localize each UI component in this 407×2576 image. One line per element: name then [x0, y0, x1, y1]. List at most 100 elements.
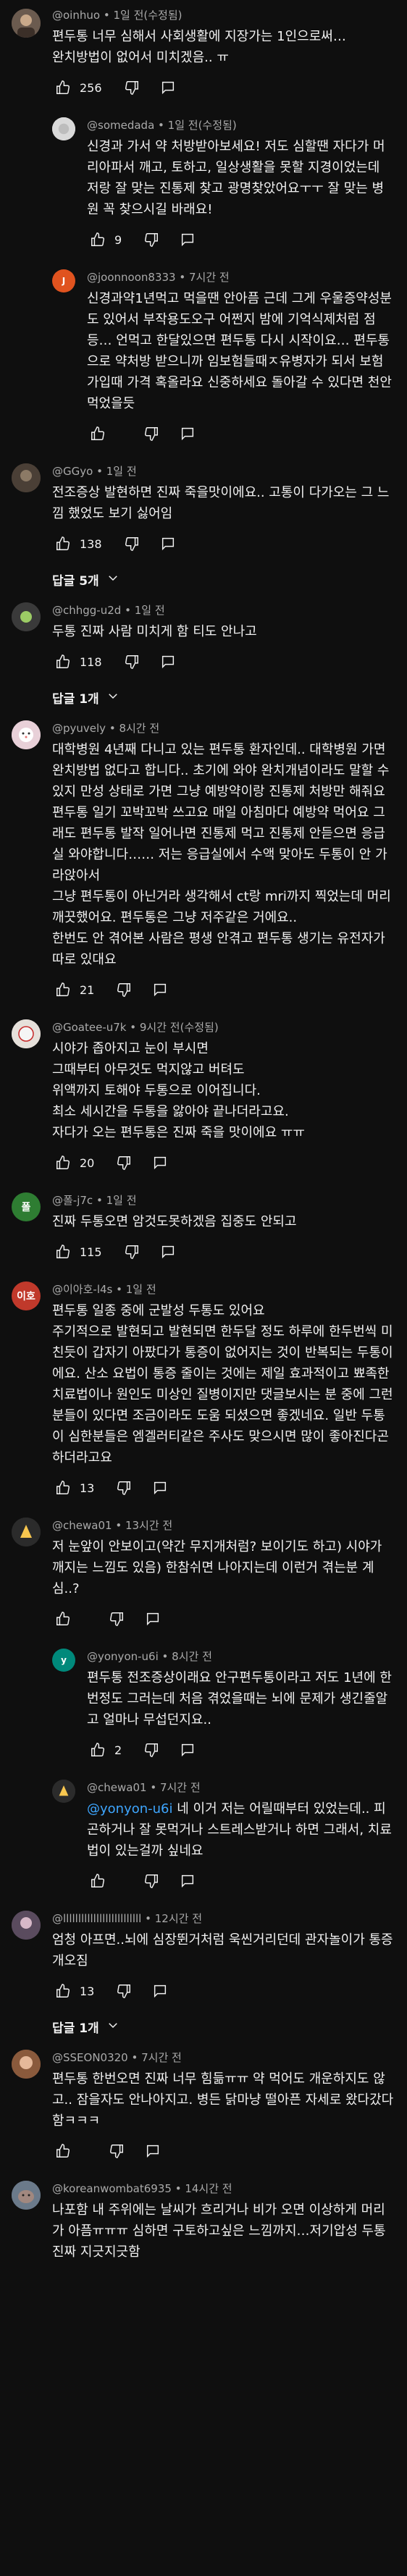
- avatar-image-icon: [12, 1518, 41, 1546]
- thumbs-up-icon[interactable]: [52, 533, 74, 555]
- comment-author[interactable]: @oinhuo: [52, 9, 100, 22]
- comment-actions: 13: [52, 1477, 395, 1499]
- comment-author[interactable]: @chhgg-u2d: [52, 604, 121, 617]
- show-replies-button[interactable]: 답글 5개: [0, 565, 407, 594]
- comment-icon[interactable]: [157, 77, 179, 98]
- comment-author[interactable]: @폴-j7c: [52, 1194, 93, 1207]
- comment-actions: [52, 1608, 395, 1630]
- comment-author[interactable]: @llllllllllllllllllllllllll: [52, 1912, 141, 1925]
- comment-author[interactable]: @Goatee-u7k: [52, 1021, 126, 1034]
- avatar[interactable]: [12, 720, 41, 749]
- thumbs-up-icon[interactable]: [52, 2140, 74, 2162]
- comment-author[interactable]: @yonyon-u6i: [87, 1650, 159, 1663]
- comment-meta: @oinhuo • 1일 전(수정됨): [52, 9, 182, 22]
- thumbs-down-icon[interactable]: [113, 1980, 135, 2002]
- comment-actions: 2: [87, 1739, 395, 1761]
- avatar[interactable]: y: [52, 1649, 75, 1672]
- comment-author[interactable]: @chewa01: [87, 1781, 147, 1794]
- comment-icon[interactable]: [177, 423, 198, 445]
- comment-icon[interactable]: [149, 979, 171, 1001]
- thumbs-up-icon[interactable]: [52, 1152, 74, 1174]
- avatar-image-icon: [12, 2050, 41, 2079]
- thumbs-up-icon[interactable]: [52, 1980, 74, 2002]
- comment-icon[interactable]: [177, 1870, 198, 1892]
- comment-reply: y @yonyon-u6i • 8시간 전 편두통 전조증상이래요 안구편두통이…: [0, 1640, 407, 1771]
- comment-icon[interactable]: [177, 229, 198, 251]
- comment-author[interactable]: @chewa01: [52, 1519, 112, 1532]
- mention-link[interactable]: @yonyon-u6i: [87, 1801, 173, 1817]
- avatar[interactable]: [12, 9, 41, 38]
- comment-author[interactable]: @somedada: [87, 119, 154, 132]
- avatar[interactable]: [12, 2050, 41, 2079]
- thumbs-down-icon[interactable]: [140, 229, 162, 251]
- comment-author[interactable]: @SSEON0320: [52, 2051, 128, 2064]
- comment-author[interactable]: @koreanwombat6935: [52, 2182, 172, 2195]
- thumbs-up-icon[interactable]: [87, 1739, 109, 1761]
- comment-author[interactable]: @GGyo: [52, 465, 93, 478]
- comment-meta: @chhgg-u2d • 1일 전: [52, 604, 165, 617]
- thumbs-up-icon[interactable]: [52, 651, 74, 673]
- thumbs-up-icon[interactable]: [87, 423, 109, 445]
- thumbs-up-icon[interactable]: [52, 1477, 74, 1499]
- comment-actions: [52, 2140, 395, 2162]
- comment-icon[interactable]: [142, 1608, 164, 1630]
- avatar[interactable]: 폴: [12, 1192, 41, 1221]
- avatar-letter: J: [62, 276, 66, 286]
- avatar[interactable]: J: [52, 269, 75, 292]
- comment-icon[interactable]: [177, 1739, 198, 1761]
- replies-count-label: 답글 1개: [52, 691, 99, 707]
- thumbs-down-icon[interactable]: [106, 1608, 127, 1630]
- avatar[interactable]: 이호: [12, 1281, 41, 1310]
- comment-icon[interactable]: [157, 533, 179, 555]
- like-count: 21: [80, 982, 95, 997]
- comment-meta: @yonyon-u6i • 8시간 전: [87, 1650, 212, 1663]
- show-replies-button[interactable]: 답글 1개: [0, 2012, 407, 2041]
- thumbs-down-icon[interactable]: [106, 2140, 127, 2162]
- thumbs-down-icon[interactable]: [121, 1241, 143, 1263]
- thumbs-up-icon[interactable]: [52, 979, 74, 1001]
- comment-time: 7시간 전: [141, 2051, 182, 2064]
- thumbs-up-icon[interactable]: [87, 229, 109, 251]
- avatar[interactable]: [12, 602, 41, 631]
- thumbs-down-icon[interactable]: [121, 77, 143, 98]
- avatar[interactable]: [12, 1911, 41, 1940]
- thumbs-down-icon[interactable]: [121, 533, 143, 555]
- chevron-down-icon: [106, 571, 119, 588]
- thumbs-down-icon[interactable]: [140, 423, 162, 445]
- comment-author[interactable]: @joonnoon8333: [87, 271, 176, 284]
- thumbs-up-icon[interactable]: [52, 1241, 74, 1263]
- comment-time: 1일 전: [125, 1283, 156, 1296]
- comment-icon[interactable]: [142, 2140, 164, 2162]
- like-count: 9: [114, 232, 122, 247]
- comment-actions: 13: [52, 1980, 395, 2002]
- show-replies-button[interactable]: 답글 1개: [0, 683, 407, 712]
- avatar-image-icon: [52, 1780, 75, 1803]
- avatar[interactable]: [12, 2181, 41, 2210]
- comment-icon[interactable]: [149, 1980, 171, 2002]
- thumbs-down-icon[interactable]: [121, 651, 143, 673]
- avatar[interactable]: [52, 1780, 75, 1803]
- thumbs-down-icon[interactable]: [140, 1870, 162, 1892]
- thumbs-down-icon[interactable]: [113, 979, 135, 1001]
- thumbs-down-icon[interactable]: [140, 1739, 162, 1761]
- comment-icon[interactable]: [149, 1152, 171, 1174]
- thumbs-up-icon[interactable]: [87, 1870, 109, 1892]
- thumbs-up-icon[interactable]: [52, 1608, 74, 1630]
- comment-author[interactable]: @pyuvely: [52, 722, 106, 735]
- replies-count-label: 답글 1개: [52, 2021, 99, 2036]
- avatar[interactable]: [12, 463, 41, 492]
- avatar[interactable]: [52, 117, 75, 140]
- comment-icon[interactable]: [157, 651, 179, 673]
- comment-list: @oinhuo • 1일 전(수정됨) 편두통 너무 심해서 사회생활에 지장가…: [0, 0, 407, 2273]
- comment-meta: @폴-j7c • 1일 전: [52, 1194, 137, 1207]
- comment-time: 1일 전(수정됨): [167, 119, 237, 132]
- avatar[interactable]: [12, 1019, 41, 1048]
- comment-icon[interactable]: [157, 1241, 179, 1263]
- comment-author[interactable]: @이아호-l4s: [52, 1283, 112, 1296]
- comment-meta: @Goatee-u7k • 9시간 전(수정됨): [52, 1021, 219, 1034]
- thumbs-down-icon[interactable]: [113, 1477, 135, 1499]
- thumbs-down-icon[interactable]: [113, 1152, 135, 1174]
- thumbs-up-icon[interactable]: [52, 77, 74, 98]
- avatar[interactable]: [12, 1518, 41, 1546]
- comment-icon[interactable]: [149, 1477, 171, 1499]
